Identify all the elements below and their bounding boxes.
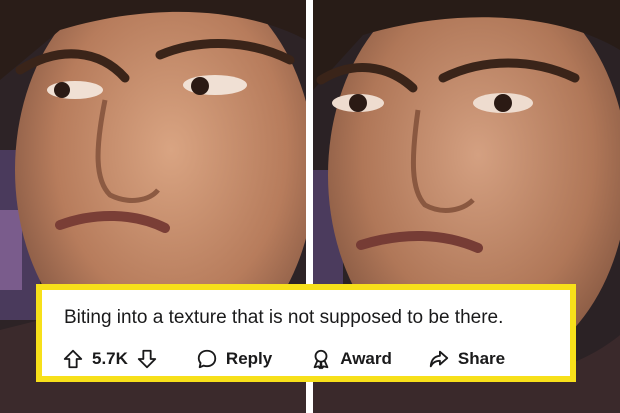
upvote-button[interactable] — [62, 348, 84, 370]
downvote-button[interactable] — [136, 348, 158, 370]
reply-button[interactable]: Reply — [196, 348, 272, 370]
award-ribbon-icon — [313, 349, 329, 370]
upvote-arrow-icon — [63, 349, 83, 369]
share-button[interactable]: Share — [428, 348, 505, 370]
comment-text: Biting into a texture that is not suppos… — [64, 307, 504, 328]
speech-bubble-icon — [197, 349, 217, 369]
reply-label: Reply — [225, 349, 273, 368]
award-button[interactable]: Award — [310, 348, 392, 370]
comment-card: Biting into a texture that is not suppos… — [36, 284, 576, 382]
share-arrow-icon — [429, 350, 449, 368]
downvote-arrow-icon — [137, 349, 157, 369]
comment-actions: 5.7K Reply Award Share — [62, 346, 505, 372]
share-label: Share — [457, 349, 506, 368]
vote-count: 5.7K — [92, 349, 128, 368]
award-label: Award — [340, 349, 392, 368]
